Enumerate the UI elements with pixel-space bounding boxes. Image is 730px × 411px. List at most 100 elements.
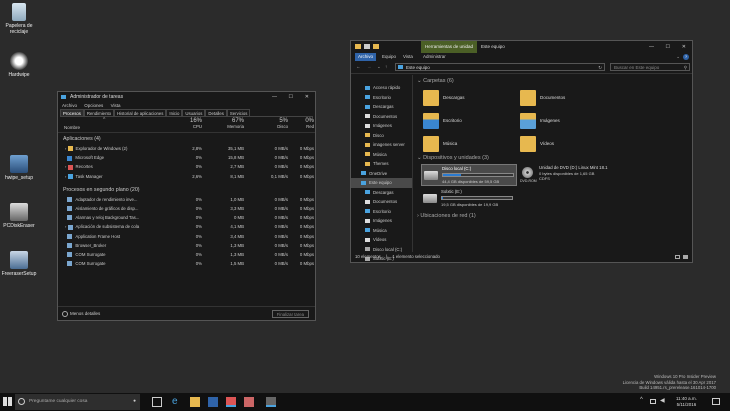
help-icon[interactable]: ? [683, 54, 689, 60]
task-view-icon[interactable] [152, 397, 162, 407]
ribbon-tab-archivo[interactable]: Archivo [355, 53, 377, 61]
desktop-icon-recycle-bin[interactable]: Papelera de reciclaje [0, 3, 38, 35]
up-arrow-icon[interactable]: ↑ [385, 64, 387, 69]
maximize-button[interactable]: ☐ [666, 41, 670, 53]
large-icons-view-icon[interactable] [683, 255, 688, 259]
back-arrow-icon[interactable]: ← [356, 64, 361, 69]
column-memory[interactable]: 67% Memoria [202, 118, 244, 129]
nav-item[interactable]: Escritorio [351, 207, 412, 217]
column-disk[interactable]: 5% Disco [244, 118, 288, 129]
process-row[interactable]: › Recortes 0% 2,7 MB 0 MB/s 0 Mbps [58, 162, 315, 171]
tab-servicios[interactable]: Servicios [226, 109, 251, 116]
microphone-icon[interactable]: ● [133, 394, 136, 410]
mail-icon[interactable] [244, 397, 254, 407]
folder-item[interactable]: Descargas [423, 89, 513, 111]
file-explorer-icon[interactable] [190, 397, 200, 407]
action-center-icon[interactable] [712, 398, 720, 405]
nav-item[interactable]: Música [351, 150, 412, 160]
column-name[interactable]: Nombre [64, 125, 80, 130]
nav-item-selected[interactable]: Este equipo [351, 178, 412, 188]
clock[interactable]: 11:40 a.m. 5/11/2016 [676, 396, 697, 408]
drive-item-c-selected[interactable]: Disco local (C:) 44,4 GB disponibles de … [421, 164, 517, 186]
minimize-button[interactable]: — [272, 92, 277, 102]
process-row[interactable]: › Explorador de Windows (2) 2,8% 35,1 MB 0 … [58, 144, 315, 153]
tab-detalles[interactable]: Detalles [205, 109, 227, 116]
menu-opciones[interactable]: Opciones [84, 103, 103, 108]
tray-chevron-icon[interactable]: ^ [640, 397, 643, 403]
folder-item[interactable]: Vídeos [520, 135, 610, 157]
nav-item[interactable]: OneDrive [351, 169, 412, 179]
close-button[interactable]: ✕ [682, 41, 686, 53]
process-row[interactable]: Adaptador de rendimiento inve... 0% 1,0 MB… [58, 195, 315, 204]
group-folders[interactable]: ⌄ Carpetas (6) [415, 77, 454, 86]
column-network[interactable]: 0% Red [288, 118, 314, 129]
taskbar-search[interactable]: Preguntame cualquier cosa ● [15, 394, 140, 410]
nav-item[interactable]: Documentos [351, 197, 412, 207]
history-chevron-icon[interactable]: ⌄ [377, 64, 381, 70]
maximize-button[interactable]: ☐ [289, 92, 293, 102]
tab-procesos[interactable]: Procesos [60, 109, 84, 116]
snipping-tool-icon[interactable] [226, 397, 236, 407]
minimize-button[interactable]: — [649, 41, 654, 53]
nav-item[interactable]: Documentos [351, 112, 412, 122]
refresh-icon[interactable]: ↻ [598, 64, 602, 71]
forward-arrow-icon[interactable]: → [367, 64, 372, 69]
tab-rendimiento[interactable]: Rendimiento [83, 109, 115, 116]
drive-item-dvd[interactable]: DVD-ROM Unidad de DVD (D:) Linux Mint 18… [520, 164, 638, 186]
task-manager-icon[interactable] [266, 397, 276, 407]
ribbon-tab-administrar[interactable]: Administrar [423, 53, 446, 61]
end-task-button[interactable]: Finalizar tarea [271, 310, 309, 318]
nav-item[interactable]: Descargas [351, 102, 412, 112]
start-button[interactable] [3, 397, 12, 406]
nav-item[interactable]: Música [351, 226, 412, 236]
process-row[interactable]: COM Surrogate 0% 1,5 MB 0 MB/s 0 Mbps [58, 259, 315, 268]
volume-icon[interactable]: ◀ [660, 397, 665, 404]
less-details-link[interactable]: Menos detalles [70, 311, 100, 316]
process-mem: 1,3 MB [230, 251, 244, 257]
desktop-icon-pcdiskeraser[interactable]: PCDiskEraser [0, 203, 38, 229]
group-network[interactable]: › Ubicaciones de red (1) [415, 212, 476, 221]
tab-usuarios[interactable]: Usuarios [182, 109, 206, 116]
folder-item[interactable]: Escritorio [423, 112, 513, 134]
network-icon[interactable] [650, 399, 656, 404]
tab-historial[interactable]: Historial de aplicaciones [114, 109, 167, 116]
address-bar[interactable]: Este equipo ↻ [395, 63, 605, 71]
store-icon[interactable] [208, 397, 218, 407]
nav-item[interactable]: Vídeos [351, 235, 412, 245]
process-row[interactable]: Alarmas y reloj Background Tas... 0% 0 MB 0… [58, 213, 315, 222]
desktop-icon-hardwipe[interactable]: Hardwipe [0, 52, 38, 78]
menu-vista[interactable]: Vista [111, 103, 121, 108]
close-button[interactable]: ✕ [305, 92, 309, 102]
nav-item[interactable]: Escritorio [351, 93, 412, 103]
nav-item[interactable]: Disco [351, 131, 412, 141]
drive-item-e[interactable]: Solxtic (E:) 19,5 GB disponibles de 19,9… [421, 188, 517, 210]
nav-item[interactable]: Imágenes [351, 216, 412, 226]
drive-tools-context-tab[interactable]: Herramientas de unidad [421, 41, 478, 53]
edge-icon[interactable]: e [172, 397, 182, 407]
folder-item[interactable]: Imágenes [520, 112, 610, 134]
process-row[interactable]: › Task Manager 2,6% 8,1 MB 0,1 MB/s 0 Mbps [58, 172, 315, 181]
process-row[interactable]: Aislamiento de gráficos de disp... 0% 3,3 … [58, 204, 315, 213]
desktop-icon-hwipe-setup[interactable]: hwipe_setup [0, 155, 38, 181]
tab-inicio[interactable]: Inicio [166, 109, 183, 116]
nav-item[interactable]: Imágenes [351, 121, 412, 131]
process-row[interactable]: Application Frame Host 0% 3,4 MB 0 MB/s 0 Mb… [58, 232, 315, 241]
process-row[interactable]: Microsoft Edge 0% 15,8 MB 0 MB/s 0 Mbps [58, 153, 315, 162]
desktop-icon-freeraser-setup[interactable]: FreeraserSetup [0, 251, 38, 277]
search-box[interactable]: Buscar en Este equipo ⚲ [610, 63, 690, 71]
ribbon-tab-equipo[interactable]: Equipo [382, 53, 396, 61]
process-row[interactable]: COM Surrogate 0% 1,3 MB 0 MB/s 0 Mbps [58, 250, 315, 259]
menu-archivo[interactable]: Archivo [62, 103, 77, 108]
group-devices[interactable]: ⌄ Dispositivos y unidades (3) [415, 154, 489, 163]
nav-item[interactable]: Descargas [351, 188, 412, 198]
process-row[interactable]: › Aplicación de subsistema de cola 0% 4,1 … [58, 222, 315, 231]
nav-item[interactable]: Themes [351, 159, 412, 169]
details-view-icon[interactable] [675, 255, 680, 259]
process-row[interactable]: Browser_Broker 0% 1,3 MB 0 MB/s 0 Mbps [58, 241, 315, 250]
expand-ribbon-icon[interactable]: ⌄ [676, 53, 680, 61]
nav-item[interactable]: imagenes server [351, 140, 412, 150]
ribbon-tab-vista[interactable]: Vista [403, 53, 413, 61]
folder-item[interactable]: Documentos [520, 89, 610, 111]
column-cpu[interactable]: 16% CPU [162, 118, 202, 129]
nav-item[interactable]: Acceso rápido [351, 83, 412, 93]
